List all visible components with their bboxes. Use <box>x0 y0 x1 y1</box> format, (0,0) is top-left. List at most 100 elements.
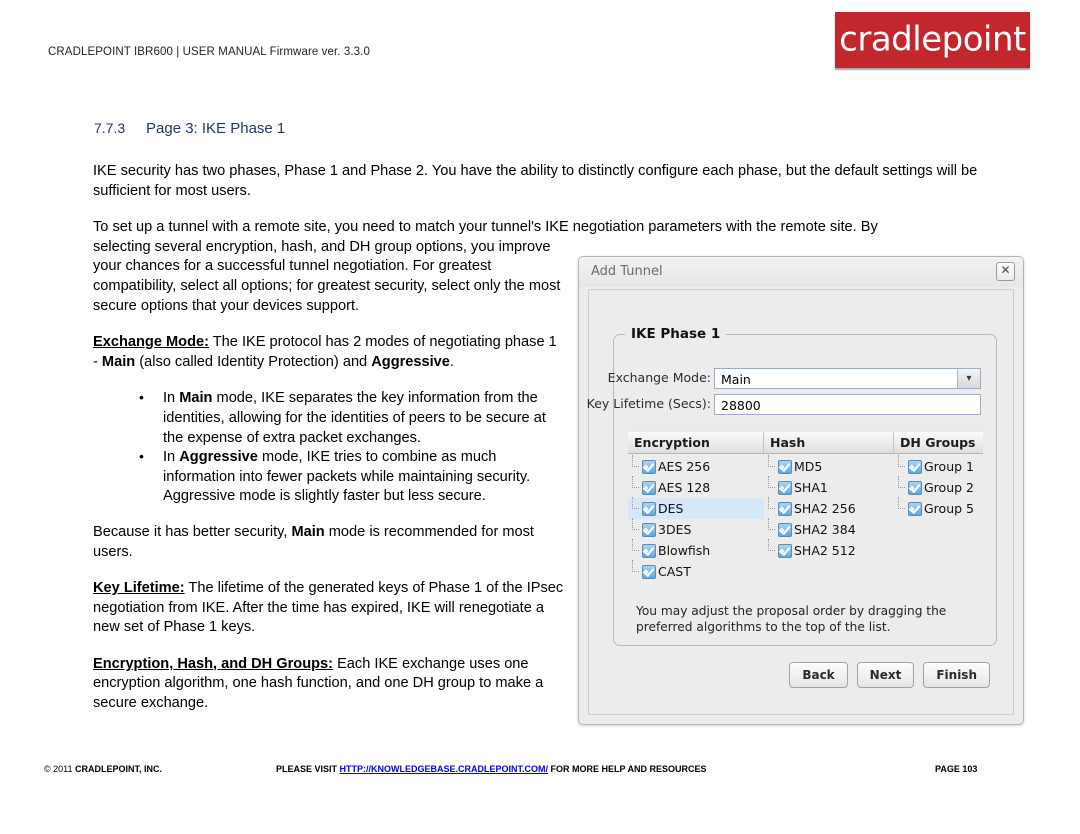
dialog-titlebar[interactable]: Add Tunnel ✕ <box>579 257 1023 287</box>
algorithm-columns: Encryption Hash DH Groups AES 256 AES 12… <box>628 431 983 591</box>
hash-list: MD5 SHA1 SHA2 256 SHA2 384 SHA2 512 <box>764 455 894 582</box>
list-item-selected[interactable]: DES <box>628 497 764 519</box>
list-item: In Aggressive mode, IKE tries to combine… <box>139 447 569 507</box>
proposal-order-hint: You may adjust the proposal order by dra… <box>636 604 947 634</box>
footer-visit-post: FOR MORE HELP AND RESOURCES <box>548 764 707 774</box>
checkbox-checked-icon[interactable] <box>778 522 792 537</box>
paragraph-main-recommended: Because it has better security, Main mod… <box>93 523 565 562</box>
exchange-mode-text-b: (also called Identity Protection) and <box>135 353 372 370</box>
exchange-mode-text-c: . <box>449 353 454 370</box>
checkbox-checked-icon[interactable] <box>642 564 656 579</box>
paragraph-exchange-mode: Exchange Mode: The IKE protocol has 2 mo… <box>93 333 565 372</box>
list-item[interactable]: AES 256 <box>628 455 764 477</box>
algorithm-columns-body: AES 256 AES 128 DES 3DES Blowfish CAST M… <box>628 454 983 582</box>
bold-main-1: Main <box>101 353 136 370</box>
algorithm-columns-header: Encryption Hash DH Groups <box>628 431 983 454</box>
exchange-mode-select[interactable]: Main ▾ <box>714 368 981 389</box>
list-item[interactable]: Group 2 <box>894 476 983 498</box>
list-item-label: Group 5 <box>924 500 974 516</box>
checkbox-checked-icon[interactable] <box>642 459 656 474</box>
list-item-label: AES 128 <box>658 479 711 495</box>
list-item-label: Group 1 <box>924 458 974 474</box>
exchange-mode-label: Exchange Mode: <box>607 370 711 385</box>
dh-groups-list: Group 1 Group 2 Group 5 <box>894 455 983 582</box>
column-header-encryption: Encryption <box>628 432 764 453</box>
key-lifetime-label: Key Lifetime (Secs): <box>586 396 711 411</box>
list-item-label: Blowfish <box>658 542 711 558</box>
fieldset-legend: IKE Phase 1 <box>625 326 727 342</box>
key-lifetime-row: Key Lifetime (Secs): 28800 <box>587 394 996 415</box>
list-item-label: AES 256 <box>658 458 711 474</box>
checkbox-checked-icon[interactable] <box>778 459 792 474</box>
checkbox-checked-icon[interactable] <box>642 480 656 495</box>
ike-phase-1-fieldset: IKE Phase 1 Exchange Mode: Main ▾ Key Li… <box>587 326 997 646</box>
checkbox-checked-icon[interactable] <box>642 501 656 516</box>
list-item[interactable]: Group 5 <box>894 497 983 519</box>
list-item-label: SHA1 <box>794 479 828 495</box>
next-button[interactable]: Next <box>856 662 915 688</box>
checkbox-checked-icon[interactable] <box>642 522 656 537</box>
checkbox-checked-icon[interactable] <box>778 543 792 558</box>
footer-company: CRADLEPOINT, INC. <box>75 764 163 774</box>
list-item-label: SHA2 512 <box>794 542 856 558</box>
term-exchange-mode: Exchange Mode: <box>93 334 209 351</box>
recommend-text-a: Because it has better security, <box>93 523 292 540</box>
back-button[interactable]: Back <box>789 662 848 688</box>
exchange-mode-value: Main <box>721 372 751 387</box>
list-item[interactable]: AES 128 <box>628 476 764 498</box>
chevron-down-icon[interactable]: ▾ <box>957 369 980 388</box>
bullet-1-pre: In <box>163 449 180 466</box>
list-item-label: MD5 <box>794 458 823 474</box>
footer-help-line: PLEASE VISIT HTTP://KNOWLEDGEBASE.CRADLE… <box>276 764 707 774</box>
list-item-label: CAST <box>658 563 691 579</box>
document-footer: © 2011 CRADLEPOINT, INC. PLEASE VISIT HT… <box>0 764 1080 780</box>
checkbox-checked-icon[interactable] <box>778 501 792 516</box>
footer-page-number: PAGE 103 <box>935 764 978 774</box>
footer-visit-pre: PLEASE VISIT <box>276 764 340 774</box>
term-key-lifetime: Key Lifetime: <box>93 580 185 597</box>
paragraph-key-lifetime: Key Lifetime: The lifetime of the genera… <box>93 579 565 638</box>
bold-aggressive-1: Aggressive <box>371 353 450 370</box>
column-header-dh-groups: DH Groups <box>900 435 976 450</box>
list-item: In Main mode, IKE separates the key info… <box>139 388 569 448</box>
dialog-body: IKE Phase 1 Exchange Mode: Main ▾ Key Li… <box>587 289 1014 715</box>
dialog-title: Add Tunnel <box>591 264 663 279</box>
list-item-label: Group 2 <box>924 479 974 495</box>
finish-button[interactable]: Finish <box>923 662 990 688</box>
list-item[interactable]: MD5 <box>764 455 894 477</box>
footer-copyright-mark: © 2011 <box>44 764 75 774</box>
list-item[interactable]: Blowfish <box>628 539 764 561</box>
checkbox-checked-icon[interactable] <box>908 501 922 516</box>
key-lifetime-input[interactable]: 28800 <box>714 394 981 415</box>
key-lifetime-value: 28800 <box>721 398 761 413</box>
paragraph-intro: IKE security has two phases, Phase 1 and… <box>93 163 978 199</box>
list-item-label: SHA2 256 <box>794 500 856 516</box>
section-title: Page 3: IKE Phase 1 <box>146 120 286 137</box>
dialog-button-bar: Back Next Finish <box>789 662 990 688</box>
column-header-hash: Hash <box>764 432 894 453</box>
cradlepoint-logo: cradlepoint <box>835 12 1030 68</box>
bullet-0-post: mode, IKE separates the key information … <box>163 390 546 446</box>
checkbox-checked-icon[interactable] <box>642 543 656 558</box>
checkbox-checked-icon[interactable] <box>908 459 922 474</box>
checkbox-checked-icon[interactable] <box>908 480 922 495</box>
footer-copyright: © 2011 CRADLEPOINT, INC. <box>44 764 162 774</box>
list-item[interactable]: SHA2 384 <box>764 518 894 540</box>
knowledgebase-link[interactable]: HTTP://KNOWLEDGEBASE.CRADLEPOINT.COM/ <box>340 764 549 774</box>
list-item[interactable]: SHA2 512 <box>764 539 894 561</box>
bold-main-2: Main <box>291 523 325 540</box>
page-title: 7.7.3 Page 3: IKE Phase 1 <box>94 120 285 137</box>
list-item[interactable]: Group 1 <box>894 455 983 477</box>
paragraph-setup-rest: selecting several encryption, hash, and … <box>93 238 561 314</box>
checkbox-checked-icon[interactable] <box>778 480 792 495</box>
document-header-line: CRADLEPOINT IBR600 | USER MANUAL Firmwar… <box>48 46 370 58</box>
close-icon[interactable]: ✕ <box>996 262 1015 281</box>
add-tunnel-dialog: Add Tunnel ✕ IKE Phase 1 Exchange Mode: … <box>578 256 1024 725</box>
list-item[interactable]: SHA1 <box>764 476 894 498</box>
list-item[interactable]: SHA2 256 <box>764 497 894 519</box>
list-item[interactable]: CAST <box>628 560 764 582</box>
list-item[interactable]: 3DES <box>628 518 764 540</box>
mode-bullet-list: In Main mode, IKE separates the key info… <box>93 388 569 507</box>
list-item-label: DES <box>658 500 684 516</box>
list-item-label: 3DES <box>658 521 692 537</box>
